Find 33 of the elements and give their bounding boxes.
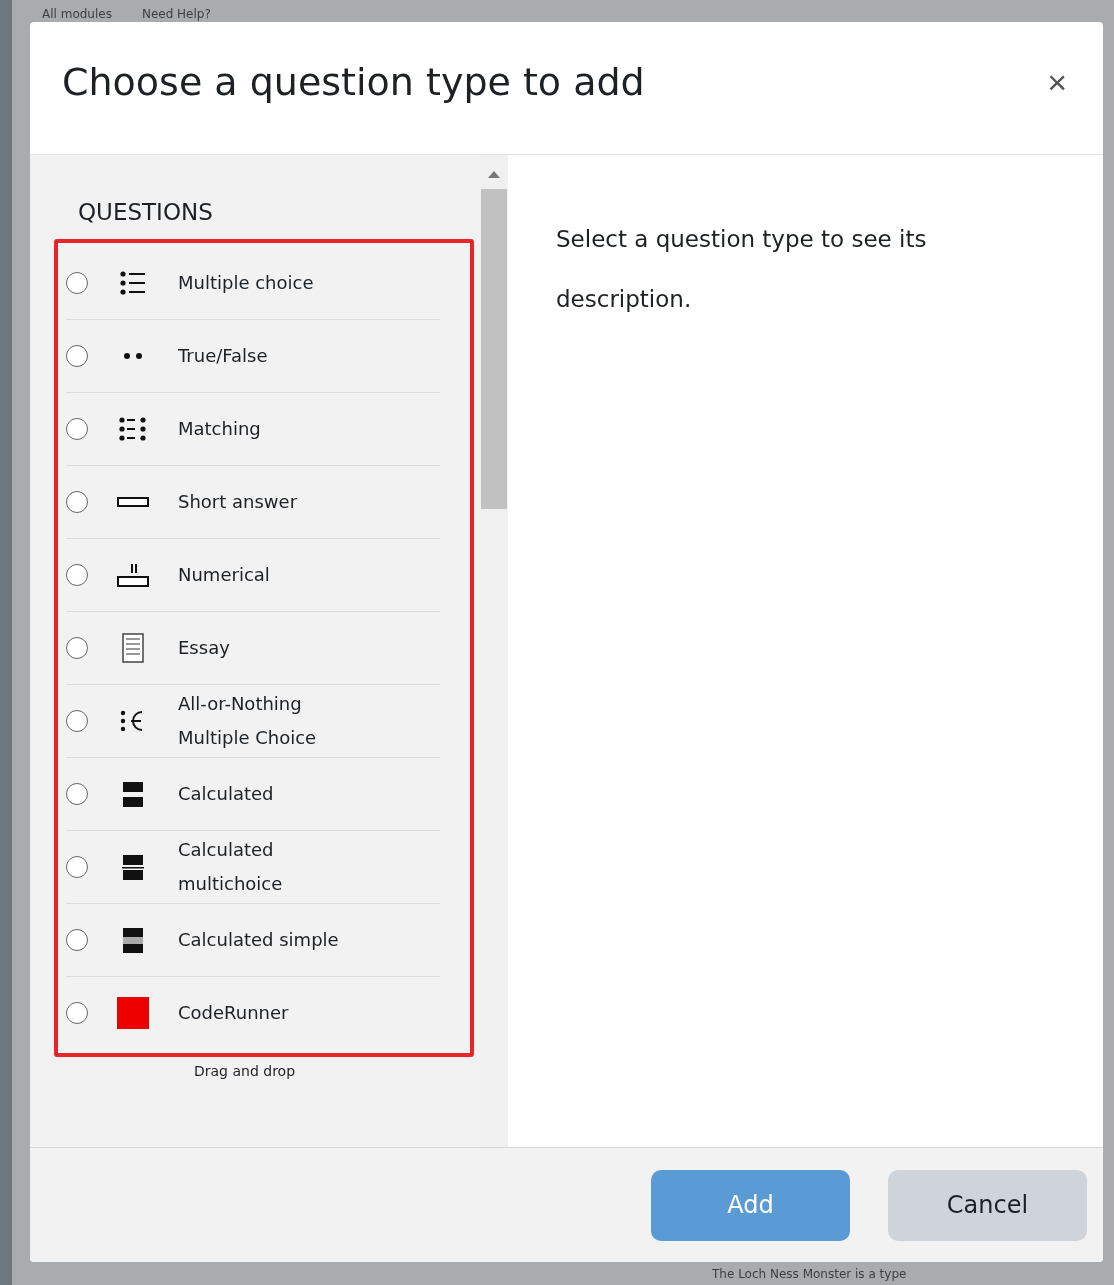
radio-button[interactable] — [66, 637, 88, 659]
page-text: The Loch Ness Monster is a type — [712, 1265, 907, 1282]
option-label[interactable]: Short answer — [178, 485, 298, 519]
description-text: Select a question type to see its description. — [556, 225, 928, 314]
option-label[interactable]: Calculated simple — [178, 923, 339, 957]
option-label[interactable]: True/False — [178, 339, 268, 373]
close-button[interactable]: × — [1041, 65, 1073, 99]
option-label[interactable]: Calculated — [178, 777, 274, 811]
option-label[interactable]: CodeRunner — [178, 996, 289, 1030]
option-label[interactable]: Calculated multichoice — [178, 833, 378, 901]
cancel-button[interactable]: Cancel — [888, 1169, 1087, 1241]
section-heading: QUESTIONS — [78, 199, 214, 225]
radio-button[interactable] — [66, 345, 88, 367]
dialog-title: Choose a question type to add — [62, 60, 645, 104]
option-label[interactable]: Matching — [178, 412, 261, 446]
page-link[interactable]: All modules — [42, 6, 112, 22]
page-link[interactable]: Need Help? — [141, 6, 211, 22]
scroll-up-icon[interactable] — [487, 169, 501, 179]
radio-button[interactable] — [66, 418, 88, 440]
radio-button[interactable] — [66, 564, 88, 586]
option-label[interactable]: All-or-Nothing Multiple Choice — [178, 687, 378, 755]
radio-button[interactable] — [66, 856, 88, 878]
option-label[interactable]: Essay — [178, 631, 230, 665]
option-label[interactable]: Multiple choice — [178, 266, 314, 300]
option-label[interactable]: Numerical — [178, 558, 270, 592]
radio-button[interactable] — [66, 929, 88, 951]
radio-button[interactable] — [66, 272, 88, 294]
radio-button[interactable] — [66, 710, 88, 732]
radio-button[interactable] — [66, 491, 88, 513]
option-label[interactable]: Drag and drop — [54, 1057, 480, 1079]
two-dots-icon — [123, 352, 143, 360]
radio-button[interactable] — [66, 1002, 88, 1024]
radio-button[interactable] — [66, 783, 88, 805]
